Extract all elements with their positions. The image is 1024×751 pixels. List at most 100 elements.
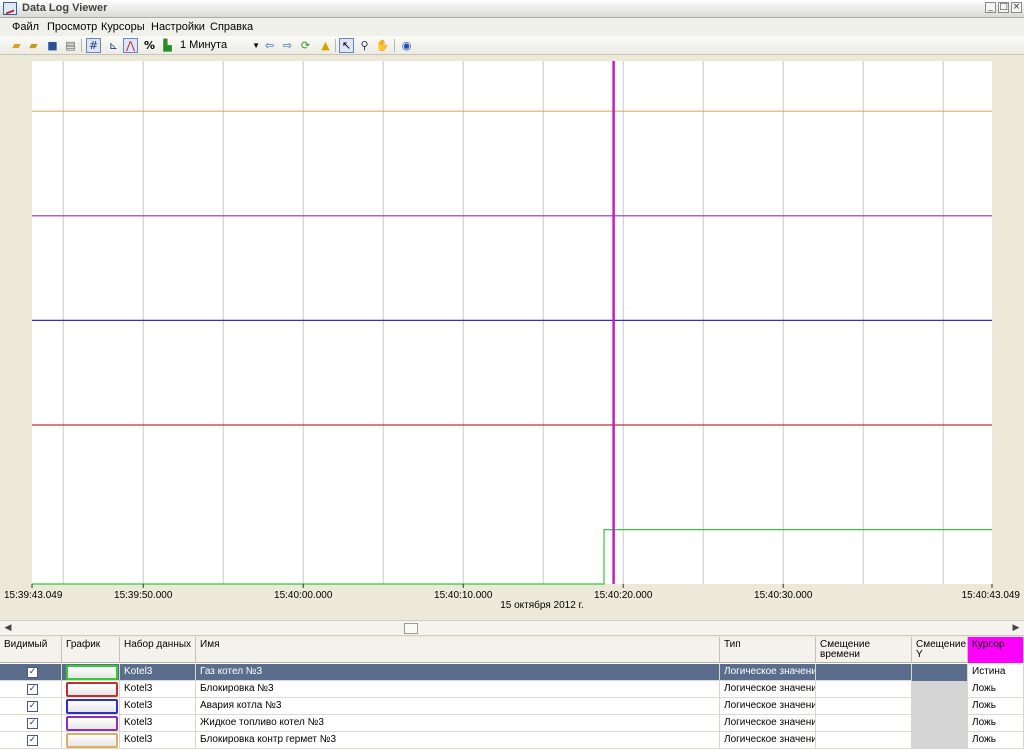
name-cell: Газ котел №3 [196,664,720,681]
interval-select[interactable]: 1 Минута ▼ [176,38,262,53]
name-cell: Жидкое топливо котел №3 [196,715,720,732]
type-cell: Логическое значение [720,681,816,698]
header-type[interactable]: Тип [720,637,816,663]
alert-icon[interactable]: ▲ [318,38,333,53]
series-color-swatch[interactable] [66,716,118,731]
table-row[interactable]: ✓ Kotel3 Блокировка №3 Логическое значение Л… [0,681,1024,698]
minimize-icon[interactable]: _ [985,2,996,13]
zoom-icon[interactable]: ⚲ [357,38,372,53]
interval-value: 1 Минута [180,39,228,51]
name-cell: Авария котла №3 [196,698,720,715]
x-tick-label: 15:40:30.000 [754,590,813,601]
visible-checkbox[interactable]: ✓ [27,684,38,695]
scroll-thumb[interactable] [404,623,418,634]
table-row[interactable]: ✓ Kotel3 Авария котла №3 Логическое значени… [0,698,1024,715]
header-dataset[interactable]: Набор данных [120,637,196,663]
cursor-value-cell: Ложь [968,715,1024,732]
line-chart-icon[interactable]: ⊾ [106,38,121,53]
name-cell: Блокировка контр гермет №3 [196,732,720,749]
visible-checkbox[interactable]: ✓ [27,718,38,729]
visible-checkbox[interactable]: ✓ [27,667,38,678]
header-visible[interactable]: Видимый [0,637,62,663]
save-icon[interactable]: ■ [45,38,60,53]
time-offset-cell[interactable] [816,715,912,732]
time-offset-cell[interactable] [816,664,912,681]
x-tick-label: 15:40:20.000 [594,590,653,601]
menu-help[interactable]: Справка [210,21,253,33]
x-tick-label: 15:39:43.049 [4,590,63,601]
menu-settings[interactable]: Настройки [151,21,205,33]
arrow-right-icon[interactable]: ⇨ [280,38,295,53]
trend-icon[interactable]: ⋀ [123,38,138,53]
grid-icon[interactable]: # [86,38,101,53]
time-offset-cell[interactable] [816,698,912,715]
help-icon[interactable]: ◉ [399,38,414,53]
open-dataset-icon[interactable]: ▰ [26,38,41,53]
series-color-swatch[interactable] [66,682,118,697]
menu-cursors[interactable]: Курсоры [101,21,145,33]
dataset-cell: Kotel3 [120,664,196,681]
table-row[interactable]: ✓ Kotel3 Газ котел №3 Логическое значение Ис… [0,664,1024,681]
dataset-cell: Kotel3 [120,681,196,698]
y-offset-cell[interactable] [912,732,968,749]
title-bar: Data Log Viewer _ □ × [0,0,1024,18]
plot-background [32,61,992,584]
table-row[interactable]: ✓ Kotel3 Жидкое топливо котел №3 Логическое… [0,715,1024,732]
window-title: Data Log Viewer [22,2,108,14]
table-row[interactable]: ✓ Kotel3 Блокировка контр гермет №3 Логичес… [0,732,1024,749]
pan-hand-icon[interactable]: ✋ [375,38,390,53]
header-graph[interactable]: График [62,637,120,663]
header-cursor[interactable]: Курсор [968,637,1024,663]
arrow-left-icon[interactable]: ⇦ [262,38,277,53]
pointer-icon[interactable]: ↖ [339,38,354,53]
name-cell: Блокировка №3 [196,681,720,698]
y-offset-cell[interactable] [912,698,968,715]
chart[interactable]: 15:39:43.049 15:39:50.000 15:40:00.000 15:4… [0,55,1024,620]
chart-scrollbar[interactable]: ◀ ▶ [0,620,1024,636]
y-offset-cell[interactable] [912,664,968,681]
menu-file[interactable]: Файл [12,21,39,33]
menu-bar: Файл Просмотр Курсоры Настройки Справка [0,18,1024,36]
visible-checkbox[interactable]: ✓ [27,735,38,746]
time-offset-cell[interactable] [816,681,912,698]
y-offset-cell[interactable] [912,715,968,732]
cursor-value-cell: Ложь [968,698,1024,715]
y-offset-cell[interactable] [912,681,968,698]
close-icon[interactable]: × [1011,2,1022,13]
menu-view[interactable]: Просмотр [47,21,97,33]
type-cell: Логическое значение [720,732,816,749]
open-folder-icon[interactable]: ▰ [9,38,24,53]
signals-table: Видимый График Набор данных Имя Тип Смещ… [0,637,1024,751]
series-color-swatch[interactable] [66,733,118,748]
series-color-swatch[interactable] [66,665,118,680]
header-y-offset[interactable]: Смещение Y [912,637,968,663]
x-tick-label: 15:40:10.000 [434,590,493,601]
bar-chart-icon[interactable]: ▙ [160,38,175,53]
app-chart-icon [3,2,17,15]
print-icon[interactable]: ▤ [63,38,78,53]
x-tick-label: 15:40:00.000 [274,590,333,601]
x-tick-label: 15:39:50.000 [114,590,173,601]
cursor-value-cell: Ложь [968,732,1024,749]
table-header: Видимый График Набор данных Имя Тип Смещ… [0,637,1024,663]
series-color-swatch[interactable] [66,699,118,714]
x-tick-label: 15:40:43.049 [962,590,1021,601]
toolbar: ▰ ▰ ■ ▤ # ⊾ ⋀ % ▙ 1 Минута ▼ ⇦ ⇨ ⟳ ▲ ↖ ⚲… [0,36,1024,55]
cursor-value-cell: Истина [968,664,1024,681]
scroll-right-icon[interactable]: ▶ [1010,622,1022,634]
percent-icon[interactable]: % [142,38,157,53]
visible-checkbox[interactable]: ✓ [27,701,38,712]
header-time-offset[interactable]: Смещение времени [816,637,912,663]
time-offset-cell[interactable] [816,732,912,749]
type-cell: Логическое значение [720,664,816,681]
scroll-left-icon[interactable]: ◀ [2,622,14,634]
dataset-cell: Kotel3 [120,732,196,749]
app-window: Data Log Viewer _ □ × Файл Просмотр Курс… [0,0,1024,751]
refresh-icon[interactable]: ⟳ [298,38,313,53]
cursor-value-cell: Ложь [968,681,1024,698]
date-label: 15 октября 2012 г. [500,599,584,611]
chart-area[interactable]: 15:39:43.049 15:39:50.000 15:40:00.000 15:4… [0,55,1024,620]
header-name[interactable]: Имя [196,637,720,663]
maximize-icon[interactable]: □ [998,2,1009,13]
dataset-cell: Kotel3 [120,715,196,732]
